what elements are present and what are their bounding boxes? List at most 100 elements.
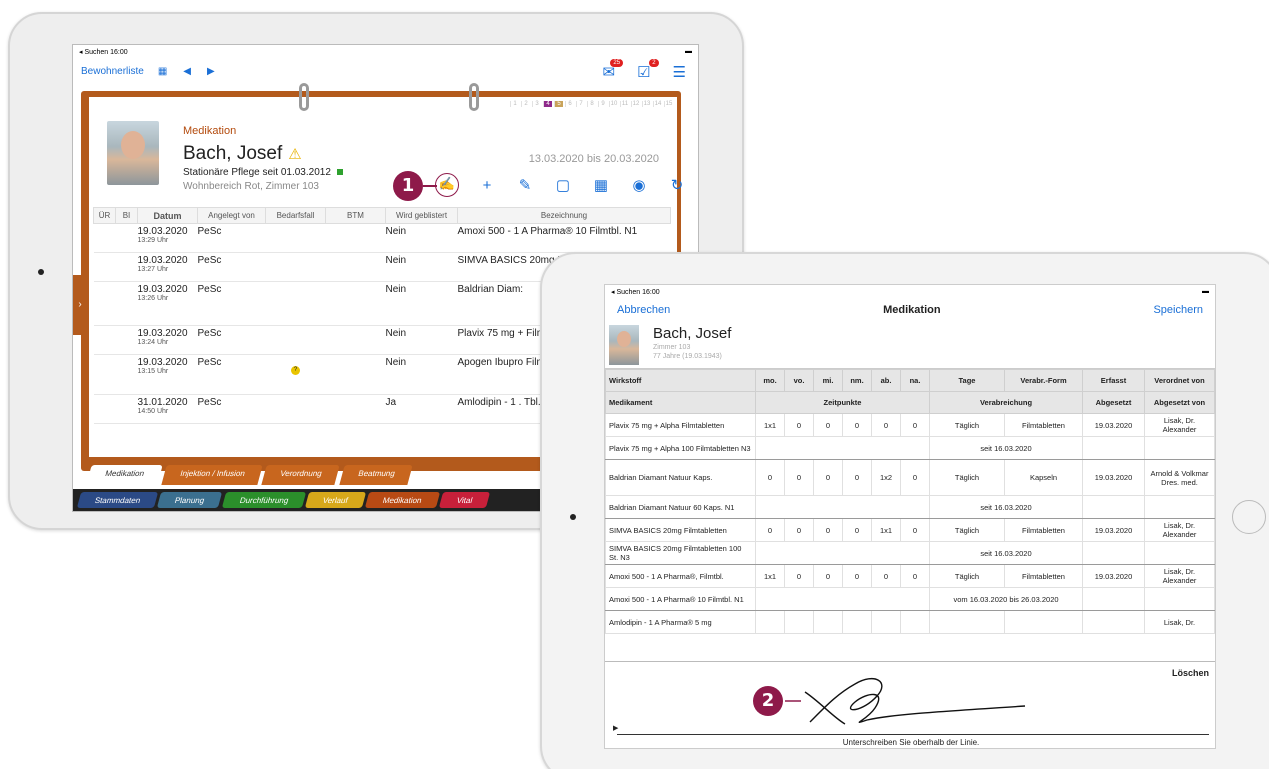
product-cell: Baldrian Diamant Natuur 60 Kaps. N1: [605, 495, 756, 519]
list-menu-icon[interactable]: ☰: [673, 63, 686, 81]
column-header[interactable]: Bezeichnung: [457, 207, 671, 224]
prescriber-cell: Arnold & Volkmar Dres. med.: [1144, 459, 1215, 496]
table-row[interactable]: SIMVA BASICS 20mg Filmtabletten 0 0 0 0 …: [605, 518, 1215, 542]
modal-title: Medikation: [883, 304, 941, 316]
page-tab[interactable]: 12: [631, 101, 640, 107]
tasks-icon[interactable]: ☑ 2: [637, 59, 659, 81]
table-row[interactable]: Amoxi 500 - 1 A Pharma® 10 Filmtbl. N1 v…: [605, 587, 1215, 611]
table-row[interactable]: Baldrian Diamant Natuur Kaps. 0 0 0 0 1x…: [605, 459, 1215, 496]
dose-cell[interactable]: 0: [900, 413, 930, 437]
resident-list-link[interactable]: Bewohnerliste: [81, 66, 144, 77]
table-row[interactable]: Plavix 75 mg + Alpha 100 Filmtabletten N…: [605, 436, 1215, 460]
column-header[interactable]: Datum: [137, 207, 198, 224]
dose-cell[interactable]: 0: [784, 564, 814, 588]
dose-cell[interactable]: 0: [755, 518, 785, 542]
prev-arrow-icon[interactable]: ◀: [183, 66, 191, 77]
dose-cell[interactable]: 0: [813, 413, 843, 437]
save-button[interactable]: Speichern: [1153, 304, 1203, 316]
page-tab[interactable]: 8: [587, 101, 596, 107]
binder-ring-icon: [299, 83, 309, 111]
dose-cell[interactable]: 1x1: [755, 413, 785, 437]
dose-cell[interactable]: 0: [842, 564, 872, 588]
module-tab-planung[interactable]: Planung: [157, 492, 223, 508]
table-row[interactable]: Amoxi 500 - 1 A Pharma®, Filmtbl. 1x1 0 …: [605, 564, 1215, 588]
since-cell: seit 16.03.2020: [929, 436, 1083, 460]
signature-stroke: [785, 678, 1026, 725]
dose-cell[interactable]: 0: [900, 459, 930, 496]
column-header[interactable]: Wird geblistert: [385, 207, 458, 224]
table-row[interactable]: 19.03.2020 13:29 Uhr PeSc Nein Amoxi 500 …: [93, 223, 671, 253]
dose-cell[interactable]: 0: [784, 459, 814, 496]
module-tab-stammdaten[interactable]: Stammdaten: [76, 492, 159, 508]
dose-cell[interactable]: 0: [900, 518, 930, 542]
page-tab[interactable]: 6: [565, 101, 574, 107]
page-tab[interactable]: 10: [609, 101, 618, 107]
column-header[interactable]: BI: [115, 207, 138, 224]
next-arrow-icon[interactable]: ▶: [207, 66, 215, 77]
document-icon[interactable]: ▢: [553, 176, 573, 194]
table-row[interactable]: SIMVA BASICS 20mg Filmtabletten 100 St. …: [605, 541, 1215, 565]
refresh-icon[interactable]: ↻: [667, 176, 687, 194]
tab-beatmung[interactable]: Beatmung: [338, 465, 413, 485]
dose-cell[interactable]: 0: [842, 518, 872, 542]
dose-cell[interactable]: 0: [842, 459, 872, 496]
page-tab[interactable]: 9: [598, 101, 607, 107]
patient-name: Bach, Josef: [183, 143, 283, 164]
page-tab[interactable]: 1: [510, 101, 519, 107]
page-tab[interactable]: 15: [664, 101, 673, 107]
page-tab[interactable]: 14: [653, 101, 662, 107]
dose-cell[interactable]: 0: [900, 564, 930, 588]
dose-cell[interactable]: 0: [813, 459, 843, 496]
page-tab[interactable]: 3: [532, 101, 541, 107]
dose-cell[interactable]: 0: [813, 518, 843, 542]
cancel-button[interactable]: Abbrechen: [617, 304, 670, 316]
dose-cell[interactable]: 1x2: [871, 459, 901, 496]
callout-badge: 1: [393, 171, 423, 201]
tab-verordnung[interactable]: Verordnung: [261, 465, 341, 485]
add-icon[interactable]: +: [477, 177, 497, 194]
dose-cell[interactable]: 0: [842, 413, 872, 437]
page-tab[interactable]: 13: [642, 101, 651, 107]
dose-cell[interactable]: 1x1: [755, 564, 785, 588]
module-tab-medikation[interactable]: Medikation: [364, 492, 440, 508]
signature-pad[interactable]: Löschen 2 ▶ Unterschreiben Sie oberhalb …: [605, 661, 1215, 748]
dose-cell[interactable]: 0: [871, 564, 901, 588]
table-row[interactable]: Plavix 75 mg + Alpha Filmtabletten 1x1 0…: [605, 413, 1215, 437]
sign-pen-icon[interactable]: ✍: [435, 173, 459, 197]
side-expand-tab[interactable]: ›: [73, 275, 87, 335]
table-row[interactable]: Amlodipin - 1 A Pharma® 5 mg Lisak, Dr.: [605, 610, 1215, 634]
page-tab[interactable]: 2: [521, 101, 530, 107]
tab-injektion[interactable]: Injektion / Infusion: [161, 465, 263, 485]
page-tab[interactable]: 5: [554, 101, 563, 107]
dose-cell[interactable]: 0: [813, 564, 843, 588]
page-tab[interactable]: 11: [620, 101, 629, 107]
page-tab-active[interactable]: 4: [543, 101, 552, 107]
module-tab-vital[interactable]: Vital: [438, 492, 491, 508]
dose-cell[interactable]: 0: [784, 518, 814, 542]
column-header[interactable]: Bedarfsfall: [265, 207, 326, 224]
question-mark-icon[interactable]: ?: [291, 366, 300, 375]
module-tab-durchfuehrung[interactable]: Durchführung: [221, 492, 307, 508]
warning-icon[interactable]: ⚠: [288, 146, 301, 163]
dose-cell[interactable]: 1x1: [871, 518, 901, 542]
grid-icon[interactable]: ▦: [158, 66, 167, 77]
module-tab-verlauf[interactable]: Verlauf: [305, 492, 367, 508]
dose-cell[interactable]: 0: [784, 413, 814, 437]
dose-cell[interactable]: 0: [755, 459, 785, 496]
column-header[interactable]: BTM: [325, 207, 386, 224]
prescriber-cell: Lisak, Dr. Alexander: [1144, 564, 1215, 588]
home-button[interactable]: [1232, 500, 1266, 534]
row-date: 19.03.2020: [137, 357, 188, 368]
mail-icon[interactable]: ✉ 25: [603, 59, 624, 81]
status-dot-icon: [336, 169, 343, 175]
tab-medikation[interactable]: Medikation: [86, 465, 163, 485]
patient-name-row: Bach, Josef ⚠: [183, 143, 302, 165]
page-tab[interactable]: 7: [576, 101, 585, 107]
table-row[interactable]: Baldrian Diamant Natuur 60 Kaps. N1 seit…: [605, 495, 1215, 519]
eye-icon[interactable]: ◉: [629, 176, 649, 194]
edit-pencil-icon[interactable]: ✎: [515, 176, 535, 194]
column-header[interactable]: Angelegt von: [197, 207, 266, 224]
column-header[interactable]: ÜR: [93, 207, 116, 224]
calendar-icon[interactable]: ▦: [591, 176, 611, 194]
dose-cell[interactable]: 0: [871, 413, 901, 437]
